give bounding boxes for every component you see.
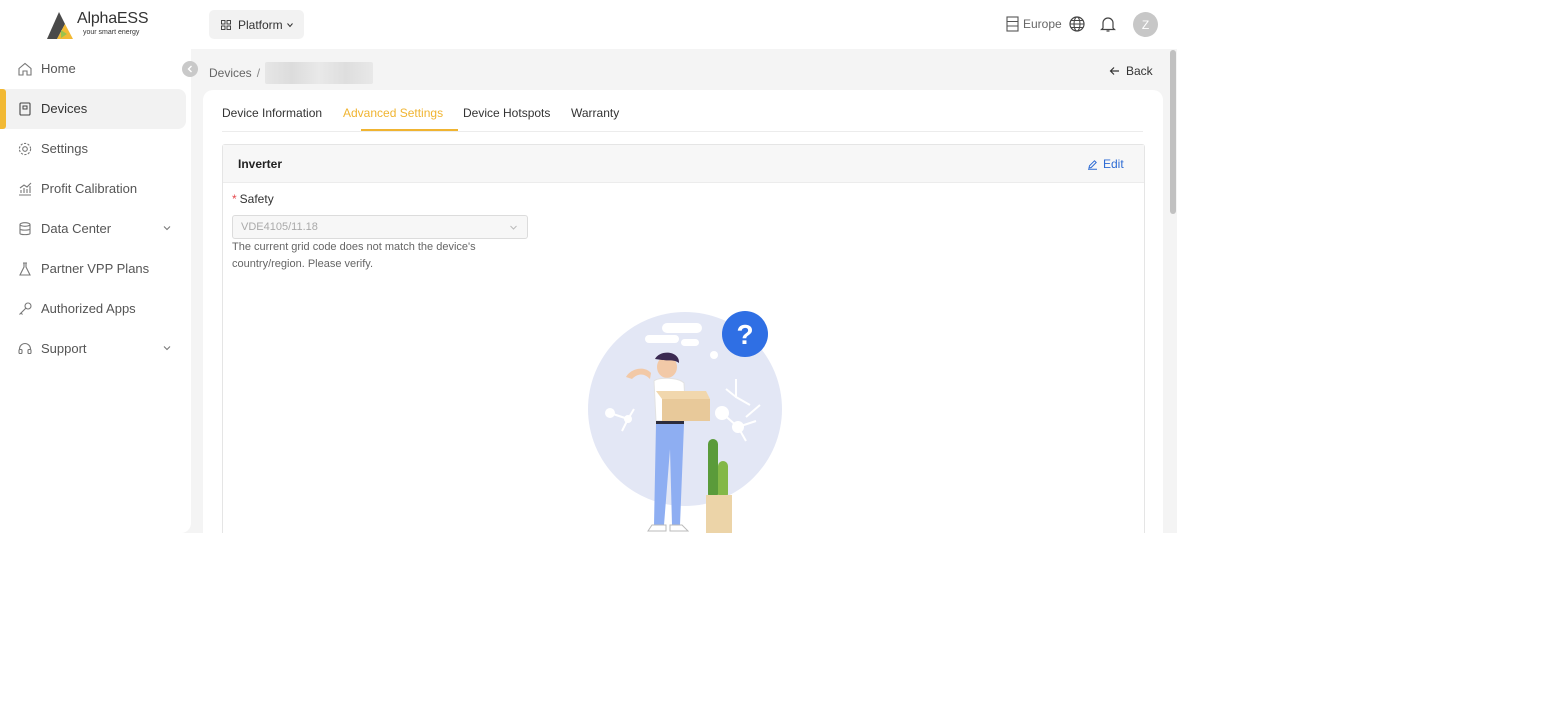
sidebar-item-label: Authorized Apps — [41, 301, 136, 316]
breadcrumb-separator: / — [256, 66, 261, 80]
chevron-down-icon — [163, 346, 171, 351]
chevron-down-icon — [286, 22, 293, 27]
sidebar-item-devices[interactable]: Devices — [0, 89, 186, 129]
sidebar-item-settings[interactable]: Settings — [0, 129, 186, 169]
chevron-down-icon — [510, 225, 517, 230]
empty-state-illustration: ? — [588, 311, 782, 533]
region-selector[interactable]: Europe — [1006, 16, 1062, 32]
platform-label: Platform — [238, 17, 283, 32]
edit-label: Edit — [1103, 157, 1124, 171]
headset-icon — [18, 343, 32, 355]
back-button[interactable]: Back — [1109, 64, 1153, 78]
platform-menu-button[interactable]: Platform — [209, 10, 304, 39]
breadcrumb-devices-link[interactable]: Devices — [209, 66, 252, 80]
device-icon — [19, 102, 31, 116]
breadcrumb: Devices / — [209, 62, 374, 84]
home-icon — [18, 62, 32, 76]
brand-name: AlphaESS — [77, 10, 149, 27]
tab-device-hotspots[interactable]: Device Hotspots — [463, 106, 550, 120]
server-icon — [1006, 16, 1019, 32]
chevron-left-icon — [187, 65, 192, 73]
sidebar-item-support[interactable]: Support — [0, 329, 186, 369]
app-window: AlphaESS your smart energy Home Devices … — [0, 0, 1177, 533]
collapse-sidebar-button[interactable] — [182, 61, 198, 77]
chevron-down-icon — [163, 226, 171, 231]
question-badge-text: ? — [736, 319, 753, 350]
scrollbar-thumb[interactable] — [1170, 50, 1176, 214]
sidebar-item-label: Settings — [41, 141, 88, 156]
sidebar-item-authorized-apps[interactable]: Authorized Apps — [0, 289, 186, 329]
sidebar-item-label: Data Center — [41, 221, 112, 236]
database-icon — [19, 222, 31, 236]
alphaess-logo[interactable]: AlphaESS your smart energy — [45, 8, 155, 42]
safety-hint-text: The current grid code does not match the… — [232, 241, 476, 270]
edit-button[interactable]: Edit — [1087, 157, 1124, 171]
sidebar-item-label: Devices — [41, 101, 88, 116]
sidebar-item-label: Support — [41, 341, 87, 356]
globe-icon[interactable] — [1069, 16, 1085, 32]
safety-select[interactable]: VDE4105/11.18 — [232, 215, 528, 239]
required-marker: * — [232, 192, 237, 206]
sidebar-item-profit-calibration[interactable]: Profit Calibration — [0, 169, 186, 209]
brand-tagline: your smart energy — [83, 29, 140, 36]
panel-title: Inverter — [238, 157, 283, 171]
bell-icon[interactable] — [1100, 15, 1116, 33]
sidebar-item-partner-vpp-plans[interactable]: Partner VPP Plans — [0, 249, 186, 289]
region-label: Europe — [1023, 17, 1062, 31]
active-tab-indicator — [361, 129, 458, 131]
inverter-panel: Inverter Edit * Safety VDE4105/11.18 The … — [222, 144, 1145, 533]
sidebar-item-data-center[interactable]: Data Center — [0, 209, 186, 249]
safety-select-value: VDE4105/11.18 — [241, 221, 318, 233]
tab-device-information[interactable]: Device Information — [222, 106, 322, 120]
panel-header: Inverter Edit — [223, 145, 1144, 183]
gear-icon — [18, 142, 32, 156]
chart-icon — [19, 182, 32, 196]
sidebar-item-home[interactable]: Home — [0, 49, 186, 89]
flask-icon — [19, 262, 31, 276]
sidebar-item-label: Profit Calibration — [41, 181, 138, 196]
device-detail-card: Device Information Advanced Settings Dev… — [203, 90, 1163, 533]
sidebar: AlphaESS your smart energy Home Devices … — [0, 0, 191, 533]
tab-warranty[interactable]: Warranty — [571, 106, 619, 120]
sidebar-item-label: Partner VPP Plans — [41, 261, 150, 276]
sidebar-item-label: Home — [41, 61, 76, 76]
tab-advanced-settings[interactable]: Advanced Settings — [343, 106, 443, 120]
logo-mark-icon — [47, 12, 73, 39]
avatar[interactable]: Z — [1133, 12, 1158, 37]
redacted-device-name — [265, 62, 374, 84]
back-label: Back — [1126, 64, 1153, 78]
grid-icon — [221, 19, 231, 30]
arrow-left-icon — [1109, 67, 1119, 75]
safety-label-text: Safety — [239, 192, 274, 206]
pencil-icon — [1088, 159, 1097, 170]
safety-label: * Safety — [232, 192, 274, 206]
key-icon — [19, 302, 32, 315]
top-header: Platform Europe Z — [191, 0, 1177, 49]
tab-bar: Device Information Advanced Settings Dev… — [222, 90, 1143, 132]
